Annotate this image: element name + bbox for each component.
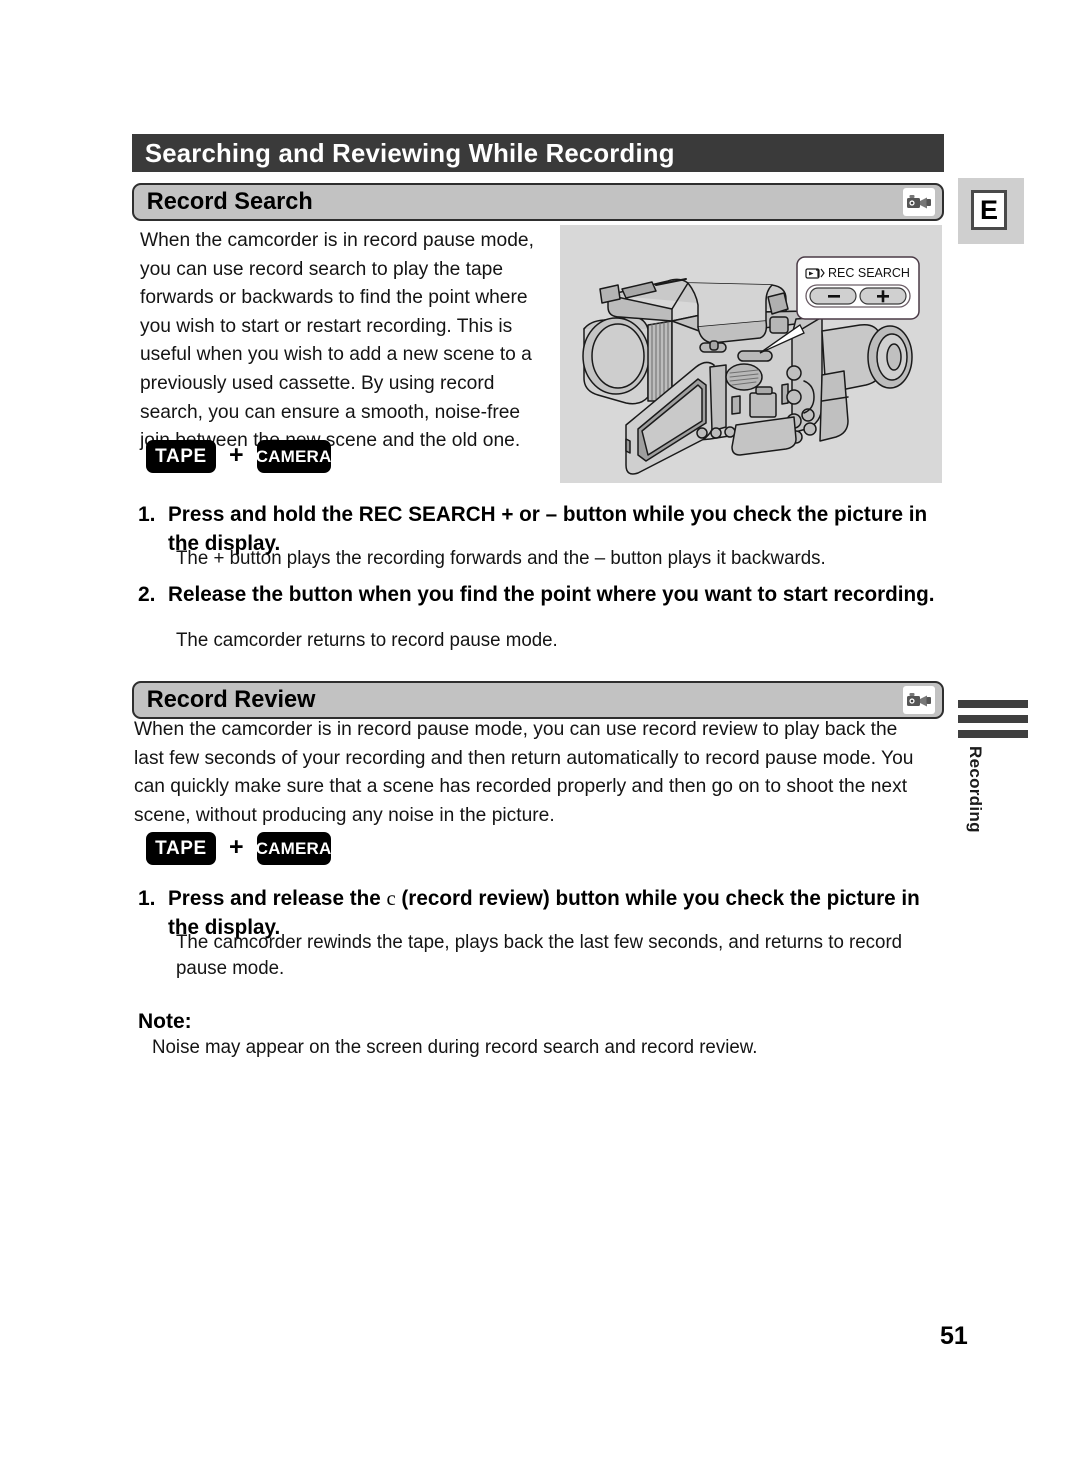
thumb-index-bar xyxy=(958,715,1028,723)
mode-badge-tape: TAPE xyxy=(146,440,216,473)
step-item: 2. Release the button when you find the … xyxy=(138,580,950,609)
language-tab-label: E xyxy=(979,194,998,225)
step-number: 1. xyxy=(138,887,156,910)
note-body: Noise may appear on the screen during re… xyxy=(152,1037,758,1058)
record-search-intro: When the camcorder is in record pause mo… xyxy=(140,229,534,452)
section-title: Record Search xyxy=(146,188,313,215)
section-header-record-review: Record Review xyxy=(132,681,944,719)
mode-badges-record-review: TAPE + CAMERA xyxy=(146,832,331,865)
chapter-title-bar: Searching and Reviewing While Recording xyxy=(132,134,944,172)
step-detail: The + button plays the recording forward… xyxy=(176,548,826,569)
section-header-record-search: Record Search xyxy=(132,183,944,221)
step-number: 2. xyxy=(138,583,156,606)
mode-badge-camera: CAMERA xyxy=(256,832,331,865)
camcorder-icon xyxy=(903,686,935,714)
page-title: Searching and Reviewing While Recording xyxy=(144,137,675,168)
thumb-index-label: Recording xyxy=(966,746,985,833)
thumb-index-bar xyxy=(958,700,1028,708)
language-tab: E xyxy=(958,178,1024,244)
record-review-intro: When the camcorder is in record pause mo… xyxy=(134,718,914,826)
step-detail: The camcorder rewinds the tape, plays ba… xyxy=(176,932,903,979)
page-number: 51 xyxy=(940,1322,968,1350)
mode-badges-record-search: TAPE + CAMERA xyxy=(146,440,331,473)
language-tab-box: E xyxy=(971,190,1007,230)
thumb-index-bar xyxy=(958,730,1028,738)
section-title: Record Review xyxy=(146,686,316,713)
step-text-before: Press and release the xyxy=(168,887,387,910)
manual-page: Searching and Reviewing While Recording … xyxy=(0,0,1080,1472)
step-number: 1. xyxy=(138,503,156,526)
step-detail: The camcorder returns to record pause mo… xyxy=(176,630,558,651)
record-review-symbol: c xyxy=(386,886,396,910)
camcorder-icon xyxy=(903,188,935,216)
mode-badge-tape: TAPE xyxy=(146,832,216,865)
camcorder-illustration: REC SEARCH xyxy=(560,225,942,483)
svg-text:REC SEARCH: REC SEARCH xyxy=(828,266,910,280)
mode-badge-camera: CAMERA xyxy=(256,440,331,473)
mode-plus-sign: + xyxy=(229,832,244,861)
note-title: Note: xyxy=(138,1010,192,1033)
step-text: Release the button when you find the poi… xyxy=(168,583,935,606)
mode-plus-sign: + xyxy=(229,440,244,469)
thumb-index: Recording xyxy=(958,700,1032,880)
